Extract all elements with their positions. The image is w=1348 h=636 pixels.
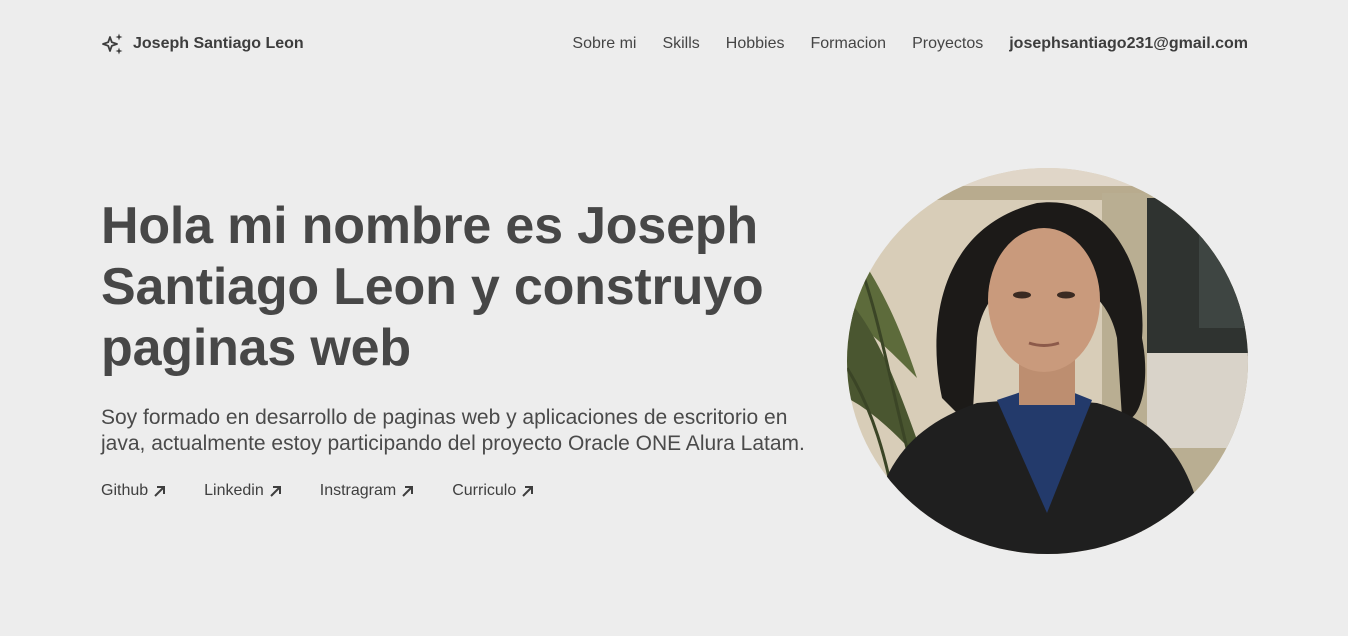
brand-link[interactable]: Joseph Santiago Leon (101, 32, 304, 56)
social-links: Github Linkedin Instragram Curriculo (101, 482, 841, 500)
instagram-link[interactable]: Instragram (320, 482, 415, 500)
nav-item-formacion[interactable]: Formacion (811, 35, 887, 53)
hero-section: Hola mi nombre es Joseph Santiago Leon y… (101, 196, 841, 500)
nav-item-sobre-mi[interactable]: Sobre mi (572, 35, 636, 53)
site-header: Joseph Santiago Leon Sobre mi Skills Hob… (101, 28, 1248, 60)
github-link-label: Github (101, 482, 149, 499)
hero-title: Hola mi nombre es Joseph Santiago Leon y… (101, 197, 764, 377)
nav-item-proyectos[interactable]: Proyectos (912, 35, 983, 53)
arrow-up-right-icon (521, 484, 535, 498)
linkedin-link-label: Linkedin (204, 482, 264, 499)
curriculo-link-label: Curriculo (452, 482, 517, 499)
arrow-up-right-icon (269, 484, 283, 498)
email-link[interactable]: josephsantiago231@gmail.com (1009, 35, 1248, 53)
hero-description: Soy formado en desarrollo de paginas web… (101, 406, 805, 455)
arrow-up-right-icon (153, 484, 167, 498)
github-link[interactable]: Github (101, 482, 167, 500)
main-nav: Sobre mi Skills Hobbies Formacion Proyec… (546, 35, 1248, 53)
brand-name: Joseph Santiago Leon (133, 35, 304, 52)
profile-photo (847, 168, 1248, 554)
arrow-up-right-icon (401, 484, 415, 498)
nav-item-hobbies[interactable]: Hobbies (726, 35, 785, 53)
nav-item-skills[interactable]: Skills (662, 35, 699, 53)
sparkles-icon (101, 32, 125, 56)
linkedin-link[interactable]: Linkedin (204, 482, 283, 500)
instagram-link-label: Instragram (319, 482, 397, 499)
curriculo-link[interactable]: Curriculo (452, 482, 535, 500)
